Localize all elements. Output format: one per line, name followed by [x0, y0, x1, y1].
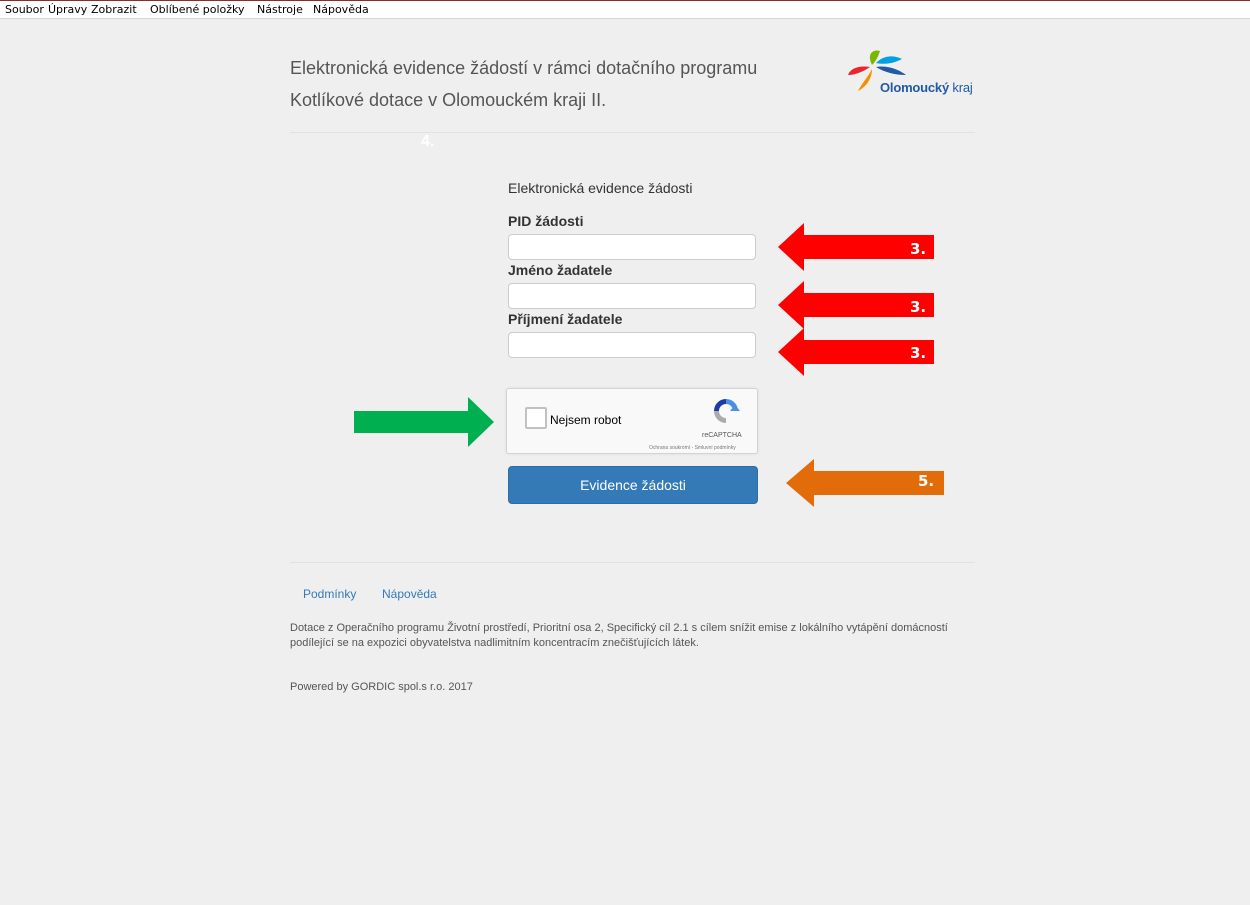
footer-link-podminky[interactable]: Podmínky	[303, 587, 356, 601]
recaptcha-icon	[714, 399, 740, 423]
recaptcha-terms[interactable]: Ochrana soukromí - Smluvní podmínky	[649, 445, 736, 451]
recaptcha-brand: reCAPTCHA	[702, 432, 742, 439]
recaptcha-checkbox[interactable]	[525, 407, 547, 429]
pid-input[interactable]	[508, 234, 756, 260]
last-name-label: Příjmení žadatele	[508, 311, 623, 327]
first-name-input[interactable]	[508, 283, 756, 309]
recaptcha-label: Nejsem robot	[550, 413, 622, 427]
page-title-line1: Elektronická evidence žádostí v rámci do…	[290, 58, 758, 78]
logo-wordmark-bold: Olomoucký	[880, 80, 949, 95]
pid-label: PID žádosti	[508, 213, 584, 229]
green-arrow-captcha	[354, 397, 494, 447]
page-title-line2: Kotlíkové dotace v Olomouckém kraji II.	[290, 90, 607, 110]
step-3-marker-pid: 3.	[910, 240, 927, 258]
menu-oblibene[interactable]: Oblíbené položky	[150, 3, 245, 16]
first-name-label: Jméno žadatele	[508, 262, 613, 278]
powered-by: Powered by GORDIC spol.s r.o. 2017	[290, 681, 473, 693]
menu-nastroje[interactable]: Nástroje	[257, 3, 303, 16]
submit-button[interactable]: Evidence žádosti	[508, 466, 758, 504]
logo-wordmark-light: kraj	[952, 80, 973, 95]
last-name-input[interactable]	[508, 332, 756, 358]
menu-bar: Soubor Úpravy Zobrazit Oblíbené položky …	[0, 1, 1250, 19]
footer-description: Dotace z Operačního programu Životní pro…	[290, 622, 948, 649]
menu-soubor[interactable]: Soubor	[5, 3, 44, 16]
form-heading: Elektronická evidence žádosti	[508, 180, 693, 196]
recaptcha-widget: Nejsem robot reCAPTCHA Ochrana soukromí …	[506, 388, 758, 454]
logo-wordmark: Olomoucký kraj	[880, 80, 973, 95]
header-divider	[290, 132, 975, 133]
step-3-marker-last-name: 3.	[910, 344, 927, 362]
page-title: Elektronická evidence žádostí v rámci do…	[290, 52, 830, 116]
step-5-marker: 5.	[918, 472, 935, 490]
menu-upravy[interactable]: Úpravy	[48, 3, 87, 16]
footer-divider	[290, 562, 975, 563]
step-4-marker: 4.	[421, 133, 435, 150]
menu-zobrazit[interactable]: Zobrazit	[91, 3, 137, 16]
footer-link-napoveda[interactable]: Nápověda	[382, 587, 437, 601]
menu-napoveda[interactable]: Nápověda	[313, 3, 369, 16]
step-3-marker-first-name: 3.	[910, 298, 927, 316]
